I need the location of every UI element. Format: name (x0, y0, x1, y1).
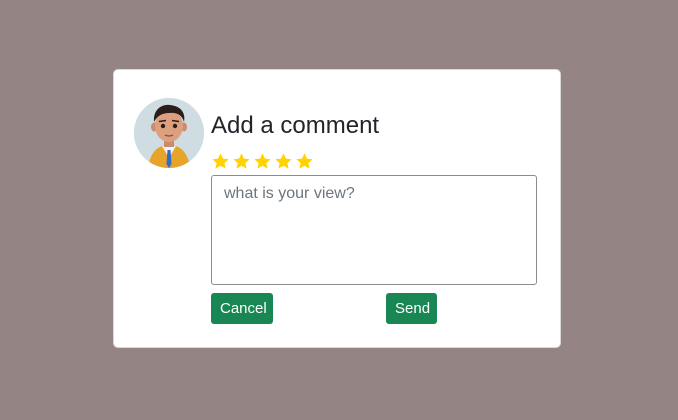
comment-dialog: Add a comment Cancel Send (113, 69, 561, 348)
cancel-button[interactable]: Cancel (211, 293, 273, 324)
send-button[interactable]: Send (386, 293, 437, 324)
dialog-title: Add a comment (211, 112, 380, 139)
star-icon[interactable] (295, 152, 314, 171)
star-icon[interactable] (274, 152, 293, 171)
star-icon[interactable] (253, 152, 272, 171)
star-icon[interactable] (211, 152, 230, 171)
comment-input[interactable] (211, 175, 537, 285)
user-avatar-icon (134, 98, 204, 168)
star-rating[interactable] (211, 152, 314, 171)
star-icon[interactable] (232, 152, 251, 171)
